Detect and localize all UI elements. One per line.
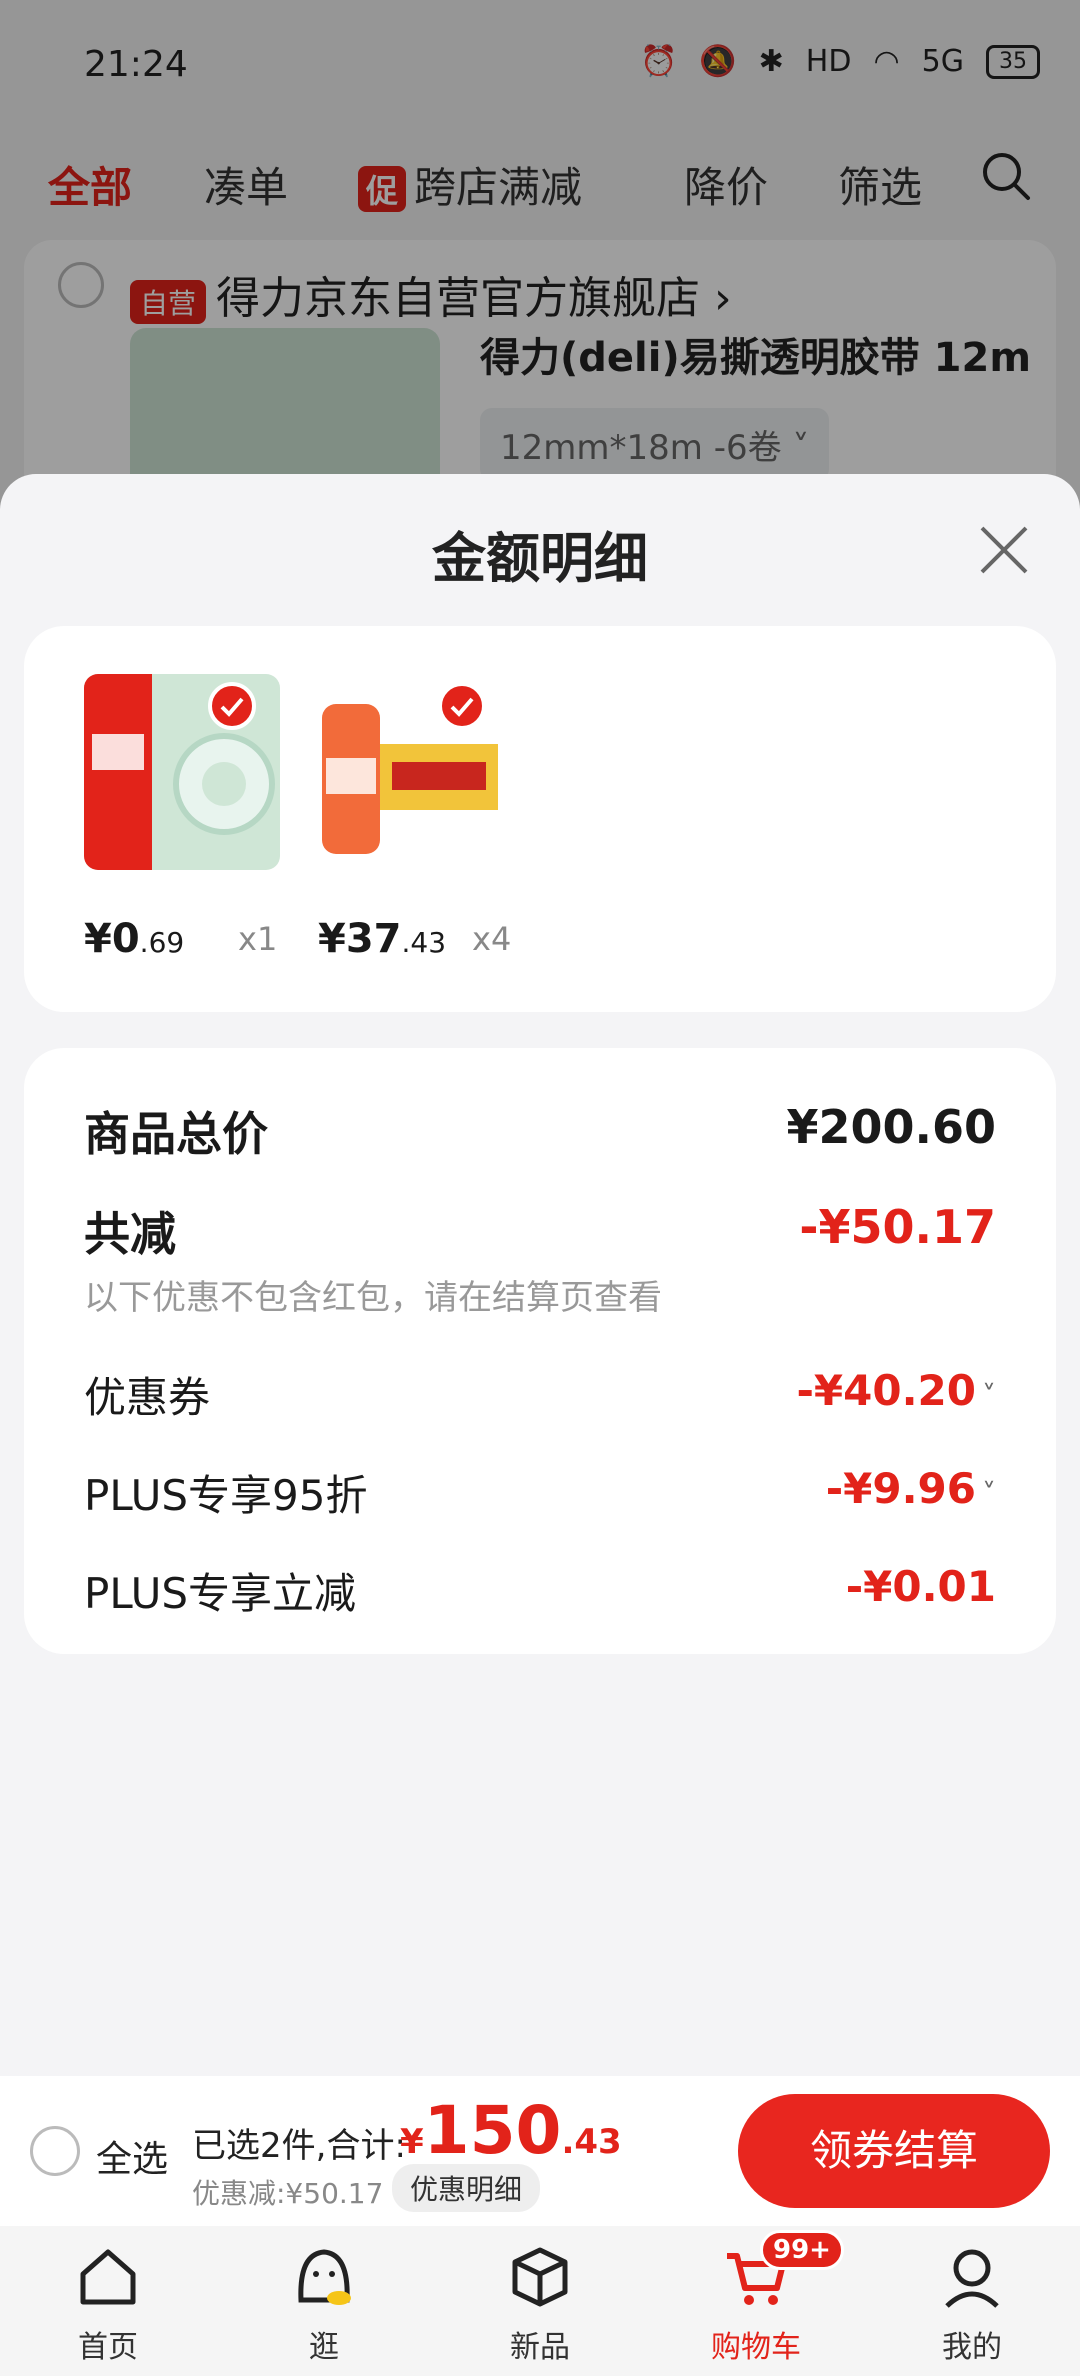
- coupon-label: 优惠券: [84, 1373, 211, 1422]
- total-reduce-label: 共减: [84, 1207, 176, 1261]
- bottom-nav: 首页 逛 新品 购物车 我的: [0, 2226, 1080, 2376]
- total-price-value: ¥200.60: [786, 1100, 996, 1154]
- sheet-title: 金额明细: [432, 527, 648, 590]
- check-icon: [220, 697, 244, 717]
- browse-icon: [298, 2249, 351, 2305]
- selected-summary: 已选2件,合计:: [192, 2126, 406, 2166]
- total-amount: ¥150.43: [400, 2092, 622, 2169]
- price-summary-card: 商品总价 ¥200.60 共减 -¥50.17 以下优惠不包含红包，请在结算页查…: [24, 1048, 1056, 1654]
- goods-price-int: ¥0: [84, 916, 140, 962]
- discount-detail-button[interactable]: 优惠明细: [392, 2164, 541, 2212]
- select-all-checkbox[interactable]: [30, 2126, 80, 2176]
- plus-reduce-value: -¥0.01: [845, 1562, 996, 1611]
- goods-selected-check-icon[interactable]: [208, 682, 256, 730]
- home-icon: [80, 2249, 136, 2305]
- profile-icon: [945, 2249, 999, 2308]
- reduce-note: 以下优惠不包含红包，请在结算页查看: [84, 1278, 662, 1318]
- total-int: 150: [423, 2092, 562, 2169]
- goods-price-dec: .69: [139, 926, 185, 959]
- goods-qty: x4: [472, 920, 512, 958]
- nav-cart-label: 购物车: [711, 2330, 801, 2365]
- box-icon: [512, 2247, 568, 2307]
- nav-new-label: 新品: [510, 2330, 570, 2365]
- nav-home-label: 首页: [78, 2330, 138, 2365]
- goods-card: ¥0.69 x1 ¥37.43 x4: [24, 626, 1056, 1012]
- cart-count-badge: 99+: [760, 2230, 844, 2270]
- coupon-value: -¥40.20: [796, 1366, 976, 1415]
- nav-profile[interactable]: 我的: [892, 2242, 1052, 2366]
- plus-discount-label: PLUS专享95折: [84, 1471, 368, 1520]
- checkout-button[interactable]: 领券结算: [738, 2094, 1050, 2208]
- goods-price: ¥37.43: [318, 916, 446, 962]
- goods-selected-check-icon[interactable]: [438, 682, 486, 730]
- discount-summary: 优惠减:¥50.17: [192, 2177, 384, 2210]
- total-currency: ¥: [400, 2122, 424, 2162]
- goods-list: ¥0.69 x1 ¥37.43 x4: [24, 626, 1056, 1012]
- plus-discount-value: -¥9.96: [825, 1464, 976, 1513]
- plus-discount-row[interactable]: -¥9.96 ˅: [826, 1464, 996, 1513]
- goods-qty: x1: [238, 920, 278, 958]
- chevron-down-icon: ˅: [982, 1379, 996, 1412]
- nav-browse-label: 逛: [309, 2330, 339, 2365]
- plus-reduce-label: PLUS专享立减: [84, 1569, 357, 1618]
- nav-home[interactable]: 首页: [28, 2242, 188, 2366]
- goods-price: ¥0.69: [84, 916, 184, 962]
- check-icon: [450, 697, 474, 717]
- nav-new[interactable]: 新品: [460, 2242, 620, 2366]
- goods-price-int: ¥37: [318, 916, 402, 962]
- total-price-label: 商品总价: [84, 1107, 268, 1161]
- total-reduce-value: -¥50.17: [799, 1200, 996, 1254]
- chevron-down-icon: ˅: [982, 1477, 996, 1510]
- close-icon[interactable]: [978, 524, 1030, 576]
- select-all-label[interactable]: 全选: [96, 2130, 168, 2182]
- nav-profile-label: 我的: [942, 2330, 1002, 2365]
- nav-browse[interactable]: 逛: [244, 2242, 404, 2366]
- goods-price-dec: .43: [401, 926, 447, 959]
- total-dec: .43: [561, 2122, 622, 2162]
- coupon-row[interactable]: -¥40.20 ˅: [796, 1366, 996, 1415]
